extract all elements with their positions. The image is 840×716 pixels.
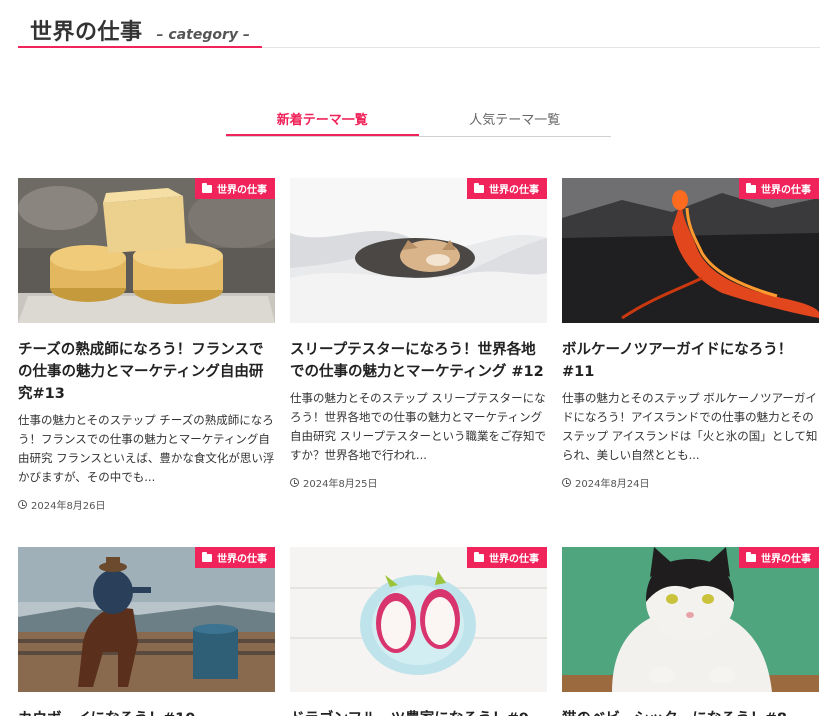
page-title-wrap: 世界の仕事 – category – xyxy=(18,0,262,48)
page-title: 世界の仕事 xyxy=(30,20,143,45)
category-badge[interactable]: 世界の仕事 xyxy=(467,178,547,199)
post-thumbnail-cat[interactable]: 世界の仕事 xyxy=(562,547,819,692)
post-date: 2024年8月25日 xyxy=(290,475,547,490)
category-badge[interactable]: 世界の仕事 xyxy=(195,178,275,199)
category-label: 世界の仕事 xyxy=(217,185,267,196)
post-date-text: 2024年8月25日 xyxy=(303,479,378,490)
category-label: 世界の仕事 xyxy=(761,554,811,565)
folder-icon xyxy=(202,551,212,562)
category-label: 世界の仕事 xyxy=(761,185,811,196)
folder-icon xyxy=(202,182,212,193)
lava-image xyxy=(562,178,819,323)
post-thumbnail-dragon-fruit[interactable]: 世界の仕事 xyxy=(290,547,547,692)
folder-icon xyxy=(474,551,484,562)
sleeping-cat-image xyxy=(290,178,547,323)
post-card[interactable]: 世界の仕事 ドラゴンフルーツ農家になろう！#9 xyxy=(290,547,547,716)
post-card[interactable]: 世界の仕事 ボルケーノツアーガイドになろう！#11 仕事の魅力とそのステップ ボ… xyxy=(562,178,819,490)
post-title[interactable]: 猫のベビーシッターになろう！#8 xyxy=(562,708,819,716)
cat-on-green-image xyxy=(562,547,819,692)
post-title[interactable]: チーズの熟成師になろう！フランスでの仕事の魅力とマーケティング自由研究#13 xyxy=(18,339,275,405)
post-card[interactable]: 世界の仕事 猫のベビーシッターになろう！#8 xyxy=(562,547,819,716)
cowboy-image xyxy=(18,547,275,692)
post-thumbnail-cowboy[interactable]: 世界の仕事 xyxy=(18,547,275,692)
post-excerpt: 仕事の魅力とそのステップ チーズの熟成師になろう！フランスでの仕事の魅力とマーケ… xyxy=(18,413,275,484)
category-label: 世界の仕事 xyxy=(489,185,539,196)
post-card[interactable]: 世界の仕事 スリープテスターになろう！世界各地での仕事の魅力とマーケティング #… xyxy=(290,178,547,490)
page-subtitle: – category – xyxy=(156,27,250,43)
post-excerpt: 仕事の魅力とそのステップ スリープテスターになろう！世界各地での仕事の魅力とマー… xyxy=(290,391,546,462)
clock-icon xyxy=(290,478,299,487)
post-date-text: 2024年8月24日 xyxy=(575,479,650,490)
category-badge[interactable]: 世界の仕事 xyxy=(467,547,547,568)
category-label: 世界の仕事 xyxy=(489,554,539,565)
post-card[interactable]: 世界の仕事 カウボーイになろう！#10 xyxy=(18,547,275,716)
clock-icon xyxy=(18,500,27,509)
post-title[interactable]: ボルケーノツアーガイドになろう！#11 xyxy=(562,339,819,383)
category-badge[interactable]: 世界の仕事 xyxy=(195,547,275,568)
post-thumbnail-cheese[interactable]: 世界の仕事 xyxy=(18,178,275,323)
post-title[interactable]: カウボーイになろう！#10 xyxy=(18,708,275,716)
cheese-image xyxy=(18,178,275,323)
folder-icon xyxy=(474,182,484,193)
tab-popular-themes[interactable]: 人気テーマ一覧 xyxy=(419,104,612,136)
post-title[interactable]: ドラゴンフルーツ農家になろう！#9 xyxy=(290,708,547,716)
folder-icon xyxy=(746,551,756,562)
category-badge[interactable]: 世界の仕事 xyxy=(739,178,819,199)
post-card[interactable]: 世界の仕事 チーズの熟成師になろう！フランスでの仕事の魅力とマーケティング自由研… xyxy=(18,178,275,512)
post-thumbnail-sleeping-cat[interactable]: 世界の仕事 xyxy=(290,178,547,323)
folder-icon xyxy=(746,182,756,193)
category-badge[interactable]: 世界の仕事 xyxy=(739,547,819,568)
post-date-text: 2024年8月26日 xyxy=(31,501,106,512)
post-thumbnail-lava[interactable]: 世界の仕事 xyxy=(562,178,819,323)
theme-tabs: 新着テーマ一覧 人気テーマ一覧 xyxy=(226,104,611,137)
category-label: 世界の仕事 xyxy=(217,554,267,565)
tab-new-themes[interactable]: 新着テーマ一覧 xyxy=(226,104,419,136)
page-header: 世界の仕事 – category – xyxy=(18,0,820,48)
dragon-fruit-image xyxy=(290,547,547,692)
post-excerpt: 仕事の魅力とそのステップ ボルケーノツアーガイドになろう！アイスランドでの仕事の… xyxy=(562,391,818,462)
post-title[interactable]: スリープテスターになろう！世界各地での仕事の魅力とマーケティング #12 xyxy=(290,339,547,383)
post-date: 2024年8月26日 xyxy=(18,497,275,512)
post-date: 2024年8月24日 xyxy=(562,475,819,490)
clock-icon xyxy=(562,478,571,487)
